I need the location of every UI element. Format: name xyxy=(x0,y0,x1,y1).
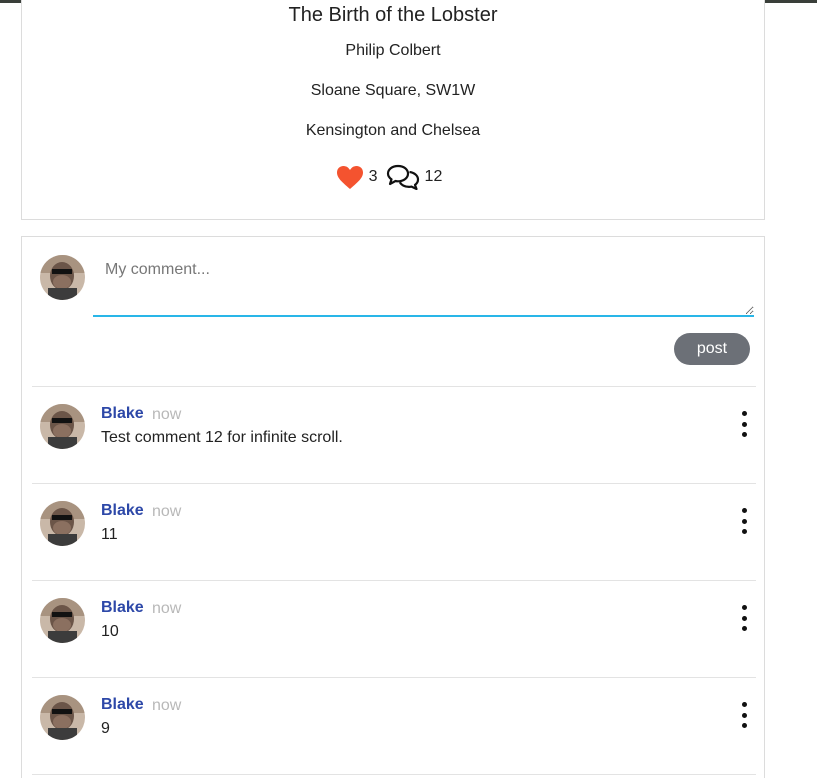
comment-count: 12 xyxy=(424,168,443,185)
comment-timestamp: now xyxy=(152,503,182,520)
current-user-avatar xyxy=(40,255,85,300)
comment-author[interactable]: Blake xyxy=(101,696,144,714)
comment-author[interactable]: Blake xyxy=(101,502,144,520)
comment-avatar xyxy=(40,598,85,643)
comment-author[interactable]: Blake xyxy=(101,405,144,423)
user-avatar-image xyxy=(40,404,85,449)
comment-text: 10 xyxy=(101,623,119,640)
more-options-icon[interactable] xyxy=(734,411,754,437)
comment-input[interactable] xyxy=(93,249,754,317)
artwork-title: The Birth of the Lobster xyxy=(288,4,498,26)
more-options-icon[interactable] xyxy=(734,508,754,534)
comments-card: post Blake now Test comment 12 for infin… xyxy=(21,236,765,778)
comment-item: Blake now Test comment 12 for infinite s… xyxy=(32,387,756,483)
user-avatar-image xyxy=(40,598,85,643)
user-avatar-image xyxy=(40,695,85,740)
more-options-icon[interactable] xyxy=(734,702,754,728)
comment-author[interactable]: Blake xyxy=(101,599,144,617)
artwork-artist: Philip Colbert xyxy=(345,42,441,59)
comment-avatar xyxy=(40,695,85,740)
comment-item: Blake now 10 xyxy=(32,581,756,677)
more-options-icon[interactable] xyxy=(734,605,754,631)
artwork-address: Sloane Square, SW1W xyxy=(310,82,476,99)
comment-timestamp: now xyxy=(152,406,182,423)
comment-avatar xyxy=(40,404,85,449)
comment-text: 9 xyxy=(101,720,110,737)
comment-stat[interactable]: 12 xyxy=(386,164,451,190)
comment-timestamp: now xyxy=(152,600,182,617)
comment-text: 11 xyxy=(101,526,118,543)
like-stat[interactable]: 3 xyxy=(336,165,386,190)
post-button[interactable]: post xyxy=(674,333,750,365)
comment-item: Blake now 11 xyxy=(32,484,756,580)
user-avatar-image xyxy=(40,501,85,546)
heart-icon[interactable] xyxy=(336,165,364,190)
like-count: 3 xyxy=(368,168,378,185)
user-avatar-image xyxy=(40,255,85,300)
comment-timestamp: now xyxy=(152,697,182,714)
artwork-card: The Birth of the Lobster Philip Colbert … xyxy=(21,0,765,220)
artwork-stats: 3 12 xyxy=(22,164,764,190)
comment-avatar xyxy=(40,501,85,546)
divider xyxy=(32,774,756,775)
comments-icon[interactable] xyxy=(386,164,420,190)
artwork-borough: Kensington and Chelsea xyxy=(305,122,481,139)
comment-item: Blake now 9 xyxy=(32,678,756,774)
comment-text: Test comment 12 for infinite scroll. xyxy=(101,429,343,446)
